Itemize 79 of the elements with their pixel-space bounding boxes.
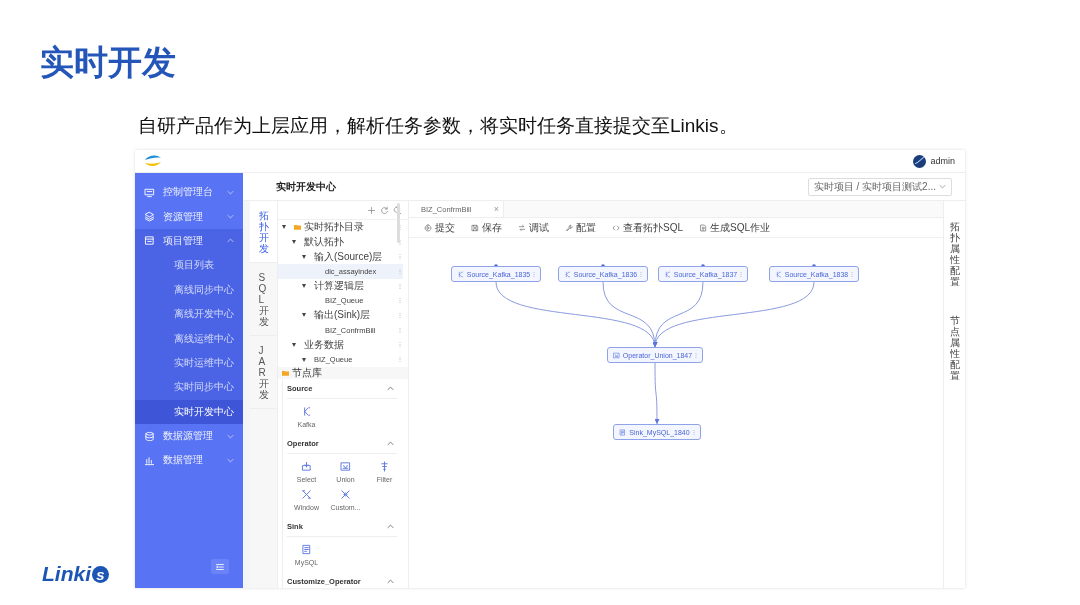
custom-icon [340,489,351,500]
tree-toggle-icon[interactable] [302,357,306,362]
scrollbar[interactable] [397,203,400,243]
tree-toggle-icon[interactable] [302,254,306,259]
sidebar-subitem[interactable]: 离线运维中心 [135,326,243,351]
layers-icon [144,211,155,223]
user-name[interactable]: admin [930,156,955,166]
filter-icon [379,461,390,472]
bar-chart-icon [144,455,155,466]
swap-arrows-icon [518,223,526,232]
tree-item[interactable]: 输出(Sink)层 [278,308,403,323]
sidebar-subitem[interactable]: 项目列表 [135,253,243,278]
chevron-up-icon[interactable] [387,524,394,529]
sidebar-subitem[interactable]: 离线同步中心 [135,277,243,302]
chevron-up-icon[interactable] [387,386,394,391]
sidebar-subitem[interactable]: 离线开发中心 [135,301,243,327]
document-icon [144,235,155,247]
tree-toggle-icon[interactable] [292,342,296,347]
side-tab[interactable]: 拓扑开发 [250,201,277,263]
kafka-icon [456,270,464,278]
tree-toggle-icon[interactable] [302,313,306,318]
toolbar-button[interactable]: 调试 [518,220,549,235]
sidebar-subitem[interactable]: 实时同步中心 [135,375,243,400]
folder-icon [282,370,289,376]
panel-tab[interactable]: 节点属性配置 [949,315,960,381]
sidebar-item[interactable]: 数据管理 [135,448,243,473]
document-icon [699,223,707,232]
avatar-icon[interactable] [913,154,927,168]
sidebar-item[interactable]: 数据源管理 [135,423,243,449]
union-icon [612,351,620,359]
project-selector[interactable]: 实时项目 / 实时项目测试2... [807,177,952,196]
kafka-icon [563,270,571,278]
chevron-down-icon[interactable] [939,184,946,189]
folder-icon [294,224,301,231]
chevron-up-icon[interactable] [387,441,394,446]
chevron-up-icon[interactable] [387,579,394,584]
linkis-logo: Linki s [42,562,109,586]
toolbar-button[interactable]: 配置 [565,220,596,235]
library-title: 节点库 [292,366,322,380]
select-icon [301,461,312,472]
tree-item[interactable]: 业务数据 [278,337,403,353]
side-tab[interactable]: SQL开发 [250,263,277,336]
save-icon [471,223,479,232]
page-title: 实时开发中心 [276,179,336,194]
toolbar-button[interactable]: 生成SQL作业 [699,220,771,235]
sidebar-item[interactable]: 资源管理 [135,204,243,229]
collapse-button[interactable] [211,559,229,574]
toolbar-button[interactable]: 提交 [424,220,455,235]
kafka-icon [663,270,671,278]
refresh-icon[interactable] [380,205,389,215]
code-icon [612,223,620,232]
side-tab[interactable]: JAR开发 [250,336,277,409]
sidebar-subitem[interactable]: 实时运维中心 [135,350,243,376]
wrench-icon [565,223,573,232]
tree-toggle-icon[interactable] [302,284,306,289]
tree-item[interactable]: 输入(Source)层 [278,249,403,265]
table-icon [301,544,312,555]
slide-subtitle: 自研产品作为上层应用，解析任务参数，将实时任务直接提交至Linkis。 [138,114,739,138]
monitor-icon [144,186,155,198]
tree-toggle-icon[interactable] [292,240,296,245]
sidebar-item[interactable]: 控制管理台 [135,180,243,205]
sidebar-item[interactable]: 项目管理 [135,228,243,254]
window-icon [301,489,312,500]
tree-toggle-icon[interactable] [282,225,286,230]
panel-tab[interactable]: 拓扑属性配置 [949,221,960,287]
plus-icon[interactable] [367,205,376,215]
sidebar-subitem[interactable]: 实时开发中心 [135,399,243,424]
toolbar-button[interactable]: 查看拓扑SQL [612,220,683,235]
kafka-icon [774,270,782,278]
connector-line [654,362,660,425]
table-icon [619,428,627,436]
database-icon [144,430,155,442]
slide-title: 实时开发 [39,42,177,82]
toolbar-button[interactable]: 保存 [471,220,502,235]
kafka-icon [301,406,312,417]
logo-icon [143,154,163,168]
union-icon [340,461,351,472]
menu-collapse-icon [215,561,225,572]
tree-item[interactable]: 计算逻辑层 [278,278,403,294]
